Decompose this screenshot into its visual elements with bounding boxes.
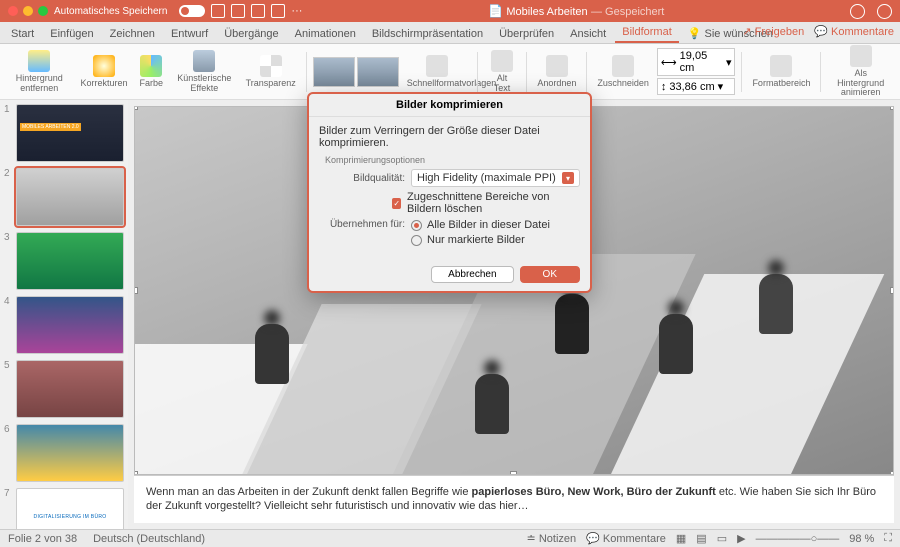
resize-handle[interactable] [890,471,894,475]
resize-handle[interactable] [134,106,138,110]
redo-icon[interactable] [271,4,285,18]
remove-background-button[interactable]: Hintergrund entfernen [6,50,73,94]
speaker-notes[interactable]: Wenn man an das Arbeiten in der Zukunft … [134,475,894,523]
compression-options-label: Komprimierungsoptionen [325,155,580,165]
tab-design[interactable]: Entwurf [164,25,215,43]
artistic-effects-button[interactable]: Künstlerische Effekte [171,50,238,94]
quality-label: Bildqualität: [319,173,405,184]
crop-icon [612,55,634,77]
search-icon[interactable] [850,4,865,19]
undo-icon[interactable] [251,4,265,18]
thumbnail-3[interactable]: 3 [4,232,124,290]
picture-style-1[interactable] [313,57,355,87]
notes-toggle[interactable]: ≐ Notizen [527,532,577,545]
title-bar: Automatisches Speichern ··· 📄 Mobiles Ar… [0,0,900,22]
status-bar: Folie 2 von 38 Deutsch (Deutschland) ≐ N… [0,529,900,547]
ok-button[interactable]: OK [520,266,580,283]
thumbnail-6[interactable]: 6 [4,424,124,482]
resize-handle[interactable] [890,287,894,294]
thumb-badge: DIGITALISIERUNG IM BÜRO [34,514,107,520]
slide-thumbnails: 1MOBILES ARBEITEN 2.0 2 3 4 5 6 7DIGITAL… [0,100,128,529]
compress-pictures-dialog: Bilder komprimieren Bilder zum Verringer… [307,92,592,293]
tab-review[interactable]: Überprüfen [492,25,561,43]
thumb-badge: MOBILES ARBEITEN 2.0 [20,123,81,131]
tab-draw[interactable]: Zeichnen [103,25,162,43]
view-sorter-icon[interactable]: ▤ [696,532,706,545]
window-controls [8,6,48,16]
view-slideshow-icon[interactable]: ▶ [737,532,745,545]
height-input[interactable]: ↕ 33,86 cm ▾ [657,78,736,95]
document-title: 📄 Mobiles Arbeiten — Gespeichert [308,4,844,18]
arrange-button[interactable]: Anordnen [533,55,580,89]
thumbnail-4[interactable]: 4 [4,296,124,354]
delete-cropped-label: Zugeschnittene Bereiche von Bildern lösc… [407,191,580,215]
quickstyles-icon [426,55,448,77]
autosave-toggle[interactable] [179,5,205,17]
thumbnail-1[interactable]: 1MOBILES ARBEITEN 2.0 [4,104,124,162]
tab-picture-format[interactable]: Bildformat [615,23,679,43]
resize-handle[interactable] [510,471,517,475]
comments-button[interactable]: 💬 Kommentare [814,25,894,38]
resize-handle[interactable] [890,106,894,110]
transparency-button[interactable]: Transparenz [242,55,300,89]
corrections-icon [93,55,115,77]
corrections-button[interactable]: Korrekturen [77,55,132,89]
tab-animations[interactable]: Animationen [288,25,363,43]
apply-selected-radio[interactable] [411,235,422,246]
dialog-title: Bilder komprimieren [309,94,590,117]
tab-start[interactable]: Start [4,25,41,43]
close-window-icon[interactable] [8,6,18,16]
resize-handle[interactable] [134,471,138,475]
dialog-description: Bilder zum Verringern der Größe dieser D… [319,125,580,149]
tab-insert[interactable]: Einfügen [43,25,100,43]
color-icon [140,55,162,77]
apply-to-label: Übernehmen für: [319,219,405,230]
share-button[interactable]: ↗ Freigeben [742,25,804,38]
tab-slideshow[interactable]: Bildschirmpräsentation [365,25,490,43]
dropdown-arrow-icon: ▾ [562,172,574,184]
slide-counter: Folie 2 von 38 [8,533,77,545]
alt-text-button[interactable]: Alt Text [484,50,521,94]
quick-styles-button[interactable]: Schnellformatvorlagen [403,55,471,89]
animate-bg-icon [850,45,872,67]
tab-view[interactable]: Ansicht [563,25,613,43]
view-normal-icon[interactable]: ▦ [676,532,686,545]
delete-cropped-checkbox[interactable]: ✓ [392,198,401,209]
thumbnail-5[interactable]: 5 [4,360,124,418]
minimize-window-icon[interactable] [23,6,33,16]
zoom-window-icon[interactable] [38,6,48,16]
more-icon[interactable]: ··· [291,5,302,17]
thumbnail-2[interactable]: 2 [4,168,124,226]
animate-as-background-button[interactable]: Als Hintergrund animieren [827,45,894,99]
remove-bg-icon [28,50,50,72]
transparency-icon [260,55,282,77]
zoom-level[interactable]: 98 % [849,533,874,545]
arrange-icon [546,55,568,77]
apply-all-radio[interactable] [411,220,422,231]
autosave-label: Automatisches Speichern [54,6,167,17]
fit-to-window-icon[interactable]: ⛶ [884,532,892,545]
comments-toggle[interactable]: 💬 Kommentare [586,532,666,545]
tab-transitions[interactable]: Übergänge [217,25,285,43]
format-pane-icon [770,55,792,77]
artistic-icon [193,50,215,72]
home-icon[interactable] [211,4,225,18]
account-icon[interactable] [877,4,892,19]
view-reading-icon[interactable]: ▭ [717,532,727,545]
cancel-button[interactable]: Abbrechen [431,266,513,283]
ribbon-tabs: Start Einfügen Zeichnen Entwurf Übergäng… [0,22,900,44]
picture-style-2[interactable] [357,57,399,87]
quality-select[interactable]: High Fidelity (maximale PPI)▾ [411,169,580,187]
color-button[interactable]: Farbe [136,55,168,89]
thumbnail-7[interactable]: 7DIGITALISIERUNG IM BÜRO [4,488,124,529]
format-pane-button[interactable]: Formatbereich [748,55,814,89]
resize-handle[interactable] [134,287,138,294]
alttext-icon [491,50,513,72]
save-icon[interactable] [231,4,245,18]
width-input[interactable]: ⟷ 19,05 cm ▾ [657,48,736,76]
language-indicator[interactable]: Deutsch (Deutschland) [93,533,205,545]
crop-button[interactable]: Zuschneiden [593,55,653,89]
